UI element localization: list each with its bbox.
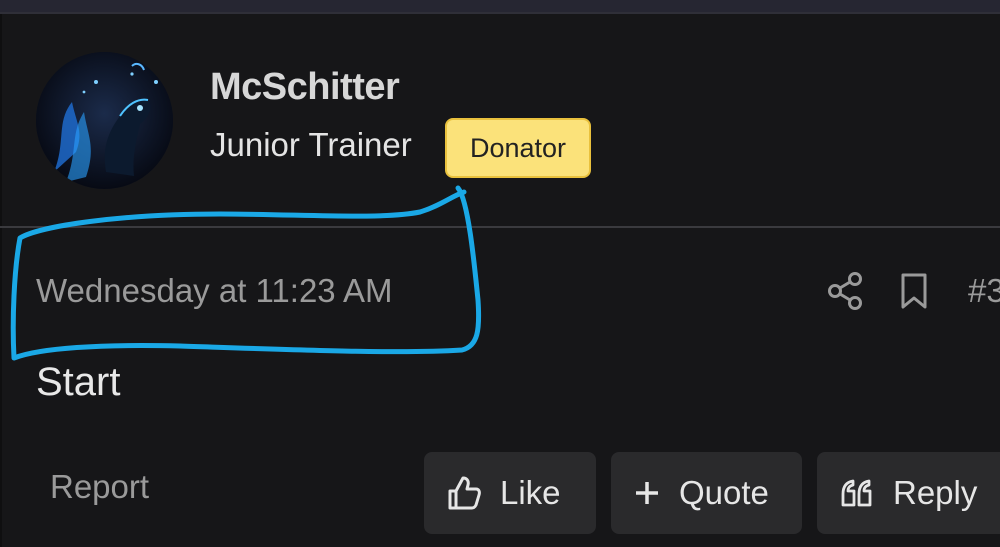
username[interactable]: McSchitter (210, 66, 400, 109)
like-button[interactable]: Like (424, 452, 596, 534)
quote-icon (841, 479, 872, 507)
divider (0, 226, 1000, 228)
share-icon[interactable] (826, 271, 864, 311)
quote-button[interactable]: Quote (611, 452, 802, 534)
plus-icon (636, 482, 658, 504)
bookmark-icon[interactable] (898, 272, 930, 310)
quote-label: Quote (679, 474, 769, 511)
reply-button[interactable]: Reply (817, 452, 1000, 534)
reply-label: Reply (893, 474, 978, 511)
donator-badge: Donator (445, 118, 591, 178)
report-link[interactable]: Report (50, 468, 149, 506)
like-label: Like (500, 474, 561, 511)
thumbs-up-icon (448, 476, 481, 510)
avatar-image (36, 52, 173, 189)
post-content: Start (36, 360, 121, 404)
post-timestamp[interactable]: Wednesday at 11:23 AM (36, 272, 393, 310)
post-number[interactable]: #3 (968, 272, 1000, 310)
top-strip (0, 0, 1000, 14)
post-edge (0, 14, 2, 547)
user-title: Junior Trainer (210, 126, 412, 163)
avatar[interactable] (36, 52, 173, 189)
